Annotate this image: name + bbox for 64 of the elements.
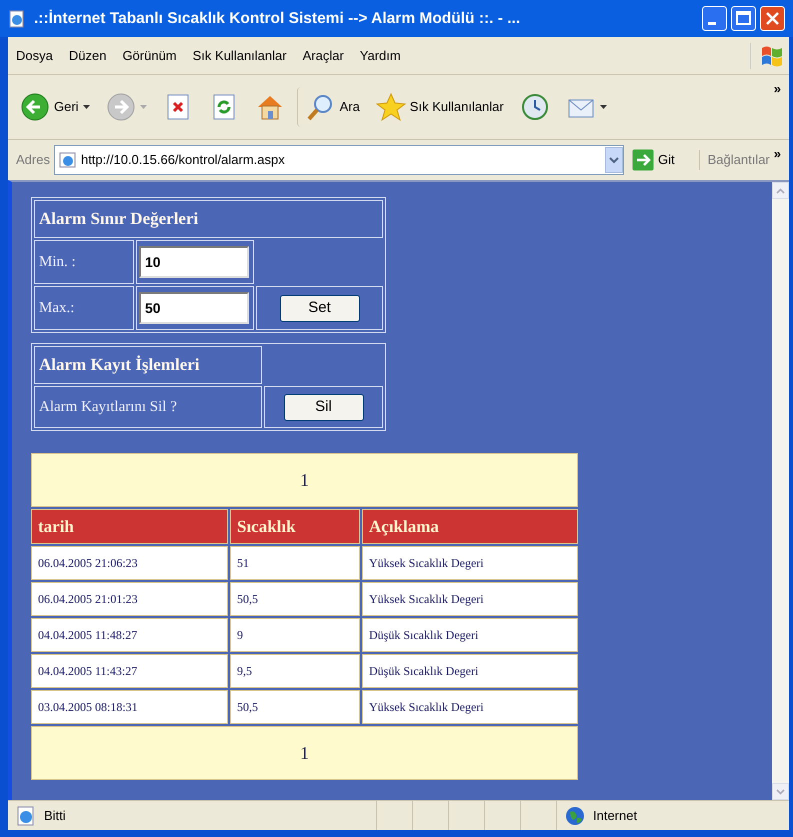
section-title: Alarm Sınır Değerleri [34,200,383,238]
table-cell: 51 [230,546,360,580]
section-title: Alarm Kayıt İşlemleri [34,346,262,384]
page-link[interactable]: 1 [31,726,578,780]
table-cell: 9,5 [230,654,360,688]
dropdown-icon[interactable] [604,147,623,173]
table-cell: Yüksek Sıcaklık Degeri [362,690,578,724]
menu-item[interactable]: Görünüm [122,46,177,66]
column-header: tarih [31,509,228,544]
chevron-button[interactable]: » [774,144,781,164]
address-label: Adres [16,151,50,170]
delete-prompt: Alarm Kayıtlarını Sil ? [34,386,262,428]
table-cell: 03.04.2005 08:18:31 [31,690,228,724]
column-header: Sıcaklık [230,509,360,544]
column-header: Açıklama [362,509,578,544]
browser-page-icon [16,806,36,826]
history-icon [520,92,550,122]
close-icon[interactable] [760,6,785,31]
delete-button[interactable]: Sil [284,394,364,420]
table-cell: 06.04.2005 21:01:23 [31,582,228,616]
table-cell: Düşük Sıcaklık Degeri [362,654,578,688]
zone-label: Internet [593,806,638,825]
page-link[interactable]: 1 [31,453,578,507]
field-label: Min. : [34,240,134,284]
favorites-button[interactable]: Sık Kullanılanlar [372,87,508,127]
table-cell: 50,5 [230,690,360,724]
window-title: .::İnternet Tabanlı Sıcaklık Kontrol Sistemi --> Alarm Modülü ::. - ... [34,8,522,29]
search-button[interactable]: Ara [296,87,364,127]
menu-item[interactable]: Sık Kullanılanlar [192,46,287,66]
table-cell: 06.04.2005 21:06:23 [31,546,228,580]
set-button[interactable]: Set [280,294,360,322]
arrow-right-icon [632,149,654,171]
table-cell: Düşük Sıcaklık Degeri [362,618,578,652]
table-cell: Yüksek Sıcaklık Degeri [362,582,578,616]
back-button[interactable]: Geri [16,87,94,127]
field-label: Max.: [34,286,134,330]
table-cell: 9 [230,618,360,652]
menu-item[interactable]: Dosya [16,46,53,66]
menu-item[interactable]: Yardım [360,46,401,66]
browser-page-icon [8,10,26,28]
input-field[interactable]: 10 [139,246,249,278]
browser-page-icon [58,151,77,169]
menu-item[interactable]: Düzen [68,46,106,66]
maximize-icon[interactable] [731,6,756,31]
table-cell: 04.04.2005 11:48:27 [31,618,228,652]
input-field[interactable]: 50 [139,292,249,324]
table-cell: 50,5 [230,582,360,616]
forward-icon [106,92,136,122]
table-cell: Yüksek Sıcaklık Degeri [362,546,578,580]
table-cell: 04.04.2005 11:43:27 [31,654,228,688]
menu-item[interactable]: Araçlar [302,46,344,66]
scroll-down-icon[interactable] [772,783,789,800]
globe-icon [565,806,585,826]
scroll-up-icon[interactable] [772,182,789,199]
minimize-icon[interactable] [702,6,727,31]
go-button[interactable]: Git [628,149,679,171]
windows-logo-icon [750,42,785,68]
status-text: Bitti [44,806,66,825]
star-icon [376,92,406,122]
back-icon [20,92,50,122]
scrollbar[interactable] [772,182,789,800]
address-field[interactable]: http://10.0.15.66/kontrol/alarm.aspx [54,145,624,175]
chevron-button[interactable]: » [774,79,781,98]
links-label[interactable]: Bağlantılar [698,150,770,170]
